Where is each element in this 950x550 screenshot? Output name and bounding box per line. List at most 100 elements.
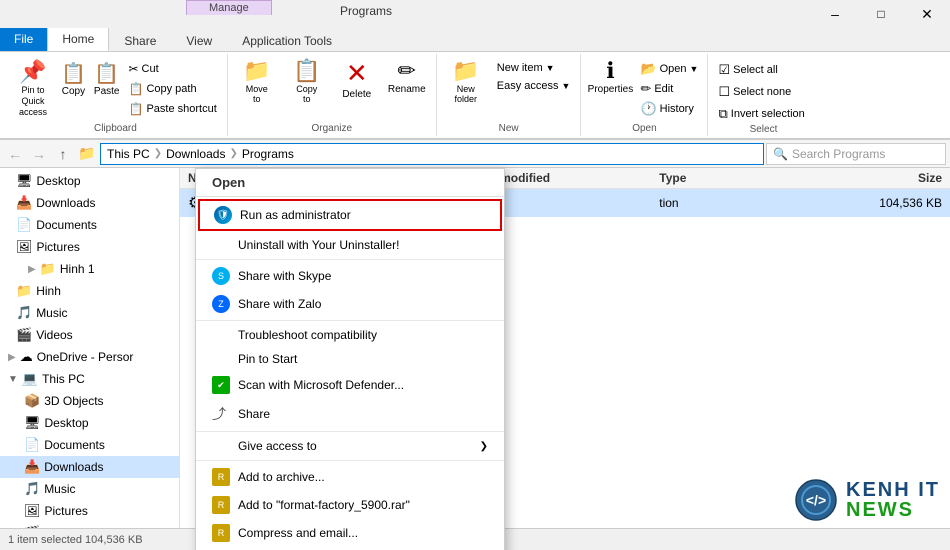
ctx-run-as-admin[interactable]: 🛡 Run as administrator <box>198 199 502 231</box>
easy-access-button[interactable]: Easy access ▼ <box>493 78 575 94</box>
ribbon: 📌 Pin to Quickaccess 📋 Copy 📋 Paste <box>0 52 950 140</box>
nav-item-documents-1[interactable]: 📄 Documents <box>0 214 179 236</box>
close-button[interactable]: ✕ <box>904 0 950 28</box>
scissors-icon: ✂ <box>128 62 138 76</box>
nav-item-thispc[interactable]: ▼ 💻 This PC <box>0 368 179 390</box>
documents-icon-2: 📄 <box>24 437 40 453</box>
breadcrumb-this-pc[interactable]: This PC <box>107 147 150 161</box>
new-group-label: New <box>443 123 575 134</box>
nav-item-videos-1[interactable]: 🎬 Videos <box>0 324 179 346</box>
search-bar[interactable]: 🔍 Search Programs <box>766 143 946 165</box>
ctx-compress-email[interactable]: R Compress and email... <box>196 519 504 547</box>
copy-to-icon: 📋 <box>293 58 320 84</box>
pin-to-quick-access-button[interactable]: 📌 Pin to Quickaccess <box>10 56 56 121</box>
maximize-button[interactable]: □ <box>858 0 904 28</box>
paste-button[interactable]: 📋 Paste <box>91 58 123 100</box>
copy-label: Copy <box>62 86 85 97</box>
pin-icon: 📌 <box>19 59 46 85</box>
share-icon: ⤴ <box>212 404 230 424</box>
copy-icon: 📋 <box>61 61 86 86</box>
tab-file[interactable]: File <box>0 27 47 51</box>
nav-item-desktop-2[interactable]: 🖥 Desktop <box>0 412 179 434</box>
properties-button[interactable]: ℹ Properties <box>587 56 633 97</box>
watermark-text-news: NEWS <box>846 500 940 520</box>
ctx-share-zalo[interactable]: Z Share with Zalo <box>196 290 504 318</box>
paste-shortcut-button[interactable]: 📋 Paste shortcut <box>124 100 220 118</box>
nav-item-pictures-1[interactable]: 🖼 Pictures <box>0 236 179 258</box>
ctx-uninstall[interactable]: Uninstall with Your Uninstaller! <box>196 233 504 257</box>
open-button[interactable]: 📂 Open ▼ <box>637 60 701 78</box>
ribbon-select-group: ☑ Select all ☐ Select none ⧉ Invert sele… <box>708 54 818 136</box>
copy-to-label: Copyto <box>296 84 317 104</box>
invert-selection-button[interactable]: ⧉ Invert selection <box>714 104 812 124</box>
history-icon: 🕐 <box>640 101 656 117</box>
ctx-add-specific-rar[interactable]: R Add to "format-factory_5900.rar" <box>196 491 504 519</box>
edit-button[interactable]: ✏ Edit <box>637 80 701 98</box>
select-none-button[interactable]: ☐ Select none <box>714 82 812 102</box>
ribbon-clipboard-group: 📌 Pin to Quickaccess 📋 Copy 📋 Paste <box>4 54 228 136</box>
nav-item-music-1[interactable]: 🎵 Music <box>0 302 179 324</box>
breadcrumb-sep2: ❯ <box>229 148 237 159</box>
copy-button[interactable]: 📋 Copy <box>58 58 89 100</box>
delete-button[interactable]: ✕ Delete <box>334 56 380 102</box>
copy-to-button[interactable]: 📋 Copyto <box>284 56 330 106</box>
status-text: 1 item selected 104,536 KB <box>8 534 143 546</box>
breadcrumb-downloads[interactable]: Downloads <box>166 147 225 161</box>
nav-item-documents-2[interactable]: 📄 Documents <box>0 434 179 456</box>
watermark-text-kenh: KENH IT <box>846 480 940 500</box>
new-folder-button[interactable]: 📁 Newfolder <box>443 56 489 106</box>
ctx-sep-2 <box>196 320 504 321</box>
delete-label: Delete <box>342 89 371 100</box>
breadcrumb-programs[interactable]: Programs <box>242 147 294 161</box>
ctx-troubleshoot[interactable]: Troubleshoot compatibility <box>196 323 504 347</box>
invert-icon: ⧉ <box>718 106 727 122</box>
select-group-label: Select <box>714 124 812 135</box>
nav-item-3dobjects[interactable]: 📦 3D Objects <box>0 390 179 412</box>
nav-item-downloads-2[interactable]: 📥 Downloads <box>0 456 179 478</box>
move-to-label: Moveto <box>246 84 268 104</box>
ctx-defender[interactable]: ✔ Scan with Microsoft Defender... <box>196 371 504 399</box>
context-menu: Open 🛡 Run as administrator Uninstall wi… <box>195 168 505 550</box>
ctx-share-skype[interactable]: S Share with Skype <box>196 262 504 290</box>
tab-app-tools[interactable]: Application Tools <box>227 29 347 51</box>
ctx-add-archive[interactable]: R Add to archive... <box>196 463 504 491</box>
nav-item-desktop-1[interactable]: 🖥 Desktop <box>0 170 179 192</box>
folder-icon: 📁 <box>76 143 98 165</box>
nav-item-pictures-2[interactable]: 🖼 Pictures <box>0 500 179 522</box>
select-all-button[interactable]: ☑ Select all <box>714 60 812 80</box>
rename-button[interactable]: ✏ Rename <box>384 56 430 97</box>
copy-path-button[interactable]: 📋 Copy path <box>124 80 220 98</box>
breadcrumb-bar[interactable]: This PC ❯ Downloads ❯ Programs <box>100 143 764 165</box>
ctx-give-access[interactable]: Give access to ❯ <box>196 434 504 458</box>
svg-text:</>: </> <box>806 492 826 508</box>
paste-icon: 📋 <box>94 61 119 86</box>
move-to-button[interactable]: 📁 Moveto <box>234 56 280 106</box>
back-button[interactable]: ← <box>4 143 26 165</box>
tab-view[interactable]: View <box>171 29 227 51</box>
minimize-button[interactable]: – <box>812 0 858 28</box>
nav-item-downloads-1[interactable]: 📥 Downloads <box>0 192 179 214</box>
ctx-share[interactable]: ⤴ Share <box>196 399 504 429</box>
cut-button[interactable]: ✂ Cut <box>124 60 220 78</box>
tab-home[interactable]: Home <box>47 27 109 51</box>
nav-item-onedrive[interactable]: ▶ ☁ OneDrive - Persor <box>0 346 179 368</box>
forward-button[interactable]: → <box>28 143 50 165</box>
downloads-icon-2: 📥 <box>24 459 40 475</box>
col-size-header[interactable]: Size <box>848 171 942 185</box>
music-icon-2: 🎵 <box>24 481 40 497</box>
nav-item-hinh[interactable]: 📁 Hinh <box>0 280 179 302</box>
tab-share[interactable]: Share <box>109 29 171 51</box>
ctx-sep-4 <box>196 460 504 461</box>
give-access-arrow: ❯ <box>480 441 488 452</box>
up-button[interactable]: ↑ <box>52 143 74 165</box>
pin-label: Pin to Quickaccess <box>13 85 53 117</box>
ctx-pin-start[interactable]: Pin to Start <box>196 347 504 371</box>
videos-icon-1: 🎬 <box>16 327 32 343</box>
nav-item-hinh1[interactable]: ▶ 📁 Hinh 1 <box>0 258 179 280</box>
new-item-button[interactable]: New item ▼ <box>493 60 575 76</box>
watermark-logo: </> <box>794 478 838 522</box>
history-button[interactable]: 🕐 History <box>637 100 701 118</box>
context-menu-header: Open <box>196 169 504 197</box>
nav-item-music-2[interactable]: 🎵 Music <box>0 478 179 500</box>
col-type-header[interactable]: Type <box>659 171 848 185</box>
